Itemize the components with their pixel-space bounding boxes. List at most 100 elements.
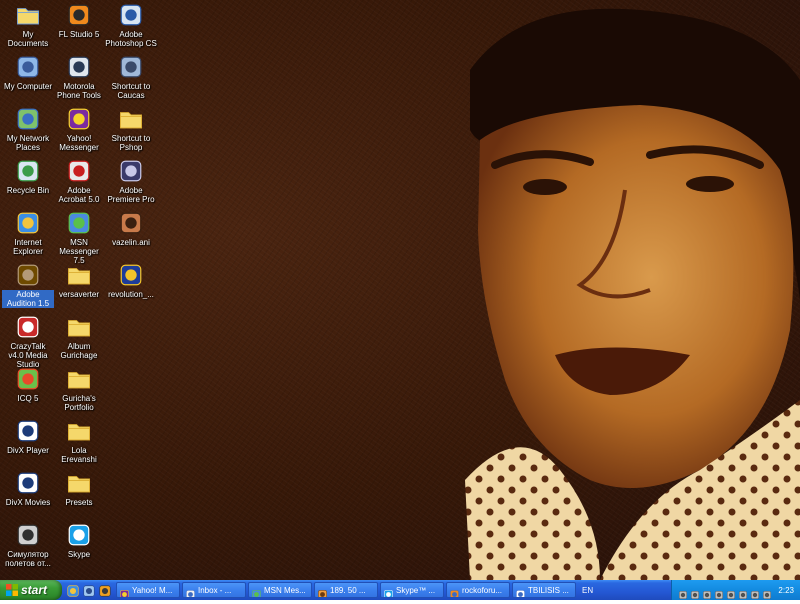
premiere-icon (118, 158, 144, 184)
taskbar-button-label: MSN Mes... (264, 585, 306, 595)
photoshop-icon (118, 2, 144, 28)
folder-icon (66, 314, 92, 340)
desktop-icon-label: CrazyTalk v4.0 Media Studio (8, 342, 48, 369)
desktop-icon-label: ICQ 5 (17, 394, 39, 403)
desktop[interactable]: My Documents My Computer My Network Places… (0, 0, 800, 580)
taskbar-button-label: 189. 50 ... (330, 585, 366, 595)
desktop-icon[interactable]: Internet Explorer (2, 210, 54, 256)
clock[interactable]: 2:23 (778, 586, 794, 595)
msn-tray-icon[interactable] (714, 585, 724, 599)
folder-shortcut-icon (118, 106, 144, 132)
start-label: start (21, 583, 48, 597)
skype-tray-icon[interactable] (702, 585, 712, 599)
folder-documents-icon (15, 2, 41, 28)
desktop-icon[interactable]: Skype (53, 522, 105, 559)
show-desktop-icon[interactable] (82, 583, 96, 597)
taskbar-button-label: rockoforu... (462, 585, 503, 595)
desktop-icon-label: Presets (65, 498, 93, 507)
desktop-icon[interactable]: Adobe Premiere Pro (105, 158, 157, 204)
desktop-icon[interactable]: vazelin.ani (105, 210, 157, 247)
network-icon (15, 106, 41, 132)
desktop-icon[interactable]: versaverter (53, 262, 105, 299)
start-button[interactable]: start (0, 580, 62, 600)
taskbar-button[interactable]: 189. 50 ... (314, 582, 378, 598)
ie-icon[interactable] (66, 583, 80, 597)
desktop-icon[interactable]: CrazyTalk v4.0 Media Studio (2, 314, 54, 369)
desktop-icon[interactable]: Presets (53, 470, 105, 507)
msn-icon (66, 210, 92, 236)
taskbar-button[interactable]: Skype™ ... (380, 582, 444, 598)
desktop-icon-label: Yahoo! Messenger (59, 134, 99, 152)
desktop-icon-label: Motorola Phone Tools (57, 82, 101, 100)
browser-icon (449, 585, 460, 597)
desktop-icon[interactable]: Yahoo! Messenger (53, 106, 105, 152)
icq-tray-icon[interactable] (762, 585, 772, 599)
crazytalk-icon (15, 314, 41, 340)
yahoo-tray-icon[interactable] (690, 585, 700, 599)
icq-icon (15, 366, 41, 392)
desktop-icon-label: Adobe Photoshop CS (105, 30, 157, 48)
desktop-icon[interactable]: FL Studio 5 (53, 2, 105, 39)
taskbar-button[interactable]: MSN Mes... (248, 582, 312, 598)
taskbar-button[interactable]: Inbox - ... (182, 582, 246, 598)
desktop-icon-label: My Computer (3, 82, 52, 91)
desktop-icon[interactable]: Adobe Acrobat 5.0 (53, 158, 105, 204)
taskbar-button[interactable]: rockoforu... (446, 582, 510, 598)
desktop-icon[interactable]: Shortcut to Caucas (105, 54, 157, 100)
document-icon (515, 585, 526, 597)
language-indicator[interactable]: EN (578, 586, 599, 595)
speaker-tray-icon[interactable] (750, 585, 760, 599)
divx-movies-icon (15, 470, 41, 496)
desktop-icon-label: DivX Player (7, 446, 49, 455)
desktop-icon[interactable]: DivX Player (2, 418, 54, 455)
avatar-cursor-icon (118, 210, 144, 236)
taskbar-button[interactable]: TBILISIS ... (512, 582, 576, 598)
media-icon[interactable] (98, 583, 112, 597)
ie-icon (15, 210, 41, 236)
desktop-icon[interactable]: MSN Messenger 7.5 (53, 210, 105, 265)
network-tray-icon[interactable] (678, 585, 688, 599)
yahoo-icon (66, 106, 92, 132)
desktop-icon-label: revolution_... (108, 290, 154, 299)
desktop-icon[interactable]: My Computer (2, 54, 54, 91)
taskbar-button[interactable]: Yahoo! M... (116, 582, 180, 598)
desktop-icon-label: Adobe Audition 1.5 (2, 290, 54, 308)
desktop-icon[interactable]: Adobe Audition 1.5 (2, 262, 54, 308)
taskbar: start Yahoo! M... Inbox - ... MSN Mes... 18… (0, 580, 800, 600)
desktop-icon[interactable]: ICQ 5 (2, 366, 54, 403)
desktop-icon-label: MSN Messenger 7.5 (59, 238, 99, 265)
folder-icon (66, 418, 92, 444)
desktop-icon[interactable]: My Network Places (2, 106, 54, 152)
desktop-icon-label: versaverter (58, 290, 99, 299)
taskbar-button-label: Skype™ ... (396, 585, 436, 595)
desktop-icon[interactable]: Album Gurichage (53, 314, 105, 360)
av-tray-icon[interactable] (738, 585, 748, 599)
desktop-icon[interactable]: Lola Erevanshi (53, 418, 105, 464)
desktop-icon[interactable]: Guricha's Portfolio (53, 366, 105, 412)
desktop-icon-label: Internet Explorer (13, 238, 43, 256)
desktop-icon[interactable]: Adobe Photoshop CS (105, 2, 157, 48)
divx-icon (15, 418, 41, 444)
desktop-icon[interactable]: Симулятор полетов от... (2, 522, 54, 568)
app-icon (317, 585, 328, 597)
desktop-icon-label: Симулятор полетов от... (5, 550, 51, 568)
mail-icon (185, 585, 196, 597)
desktop-icon-label: Adobe Acrobat 5.0 (58, 186, 100, 204)
desktop-icon-label: DivX Movies (5, 498, 51, 507)
desktop-icon-label: My Documents (7, 30, 49, 48)
msn-icon (251, 585, 262, 597)
desktop-icon-label: Guricha's Portfolio (62, 394, 96, 412)
desktop-icon[interactable]: Recycle Bin (2, 158, 54, 195)
desktop-icon[interactable]: Motorola Phone Tools (53, 54, 105, 100)
desktop-icon-label: vazelin.ani (112, 238, 150, 247)
skype-icon (66, 522, 92, 548)
desktop-icon[interactable]: My Documents (2, 2, 54, 48)
desktop-icon[interactable]: revolution_... (105, 262, 157, 299)
media-tray-icon[interactable] (726, 585, 736, 599)
desktop-icon[interactable]: DivX Movies (2, 470, 54, 507)
desktop-icon-label: Lola Erevanshi (61, 446, 97, 464)
shortcut-network-icon (118, 54, 144, 80)
desktop-icon[interactable]: Shortcut to Pshop (105, 106, 157, 152)
acrobat-icon (66, 158, 92, 184)
skype-icon (383, 585, 394, 597)
